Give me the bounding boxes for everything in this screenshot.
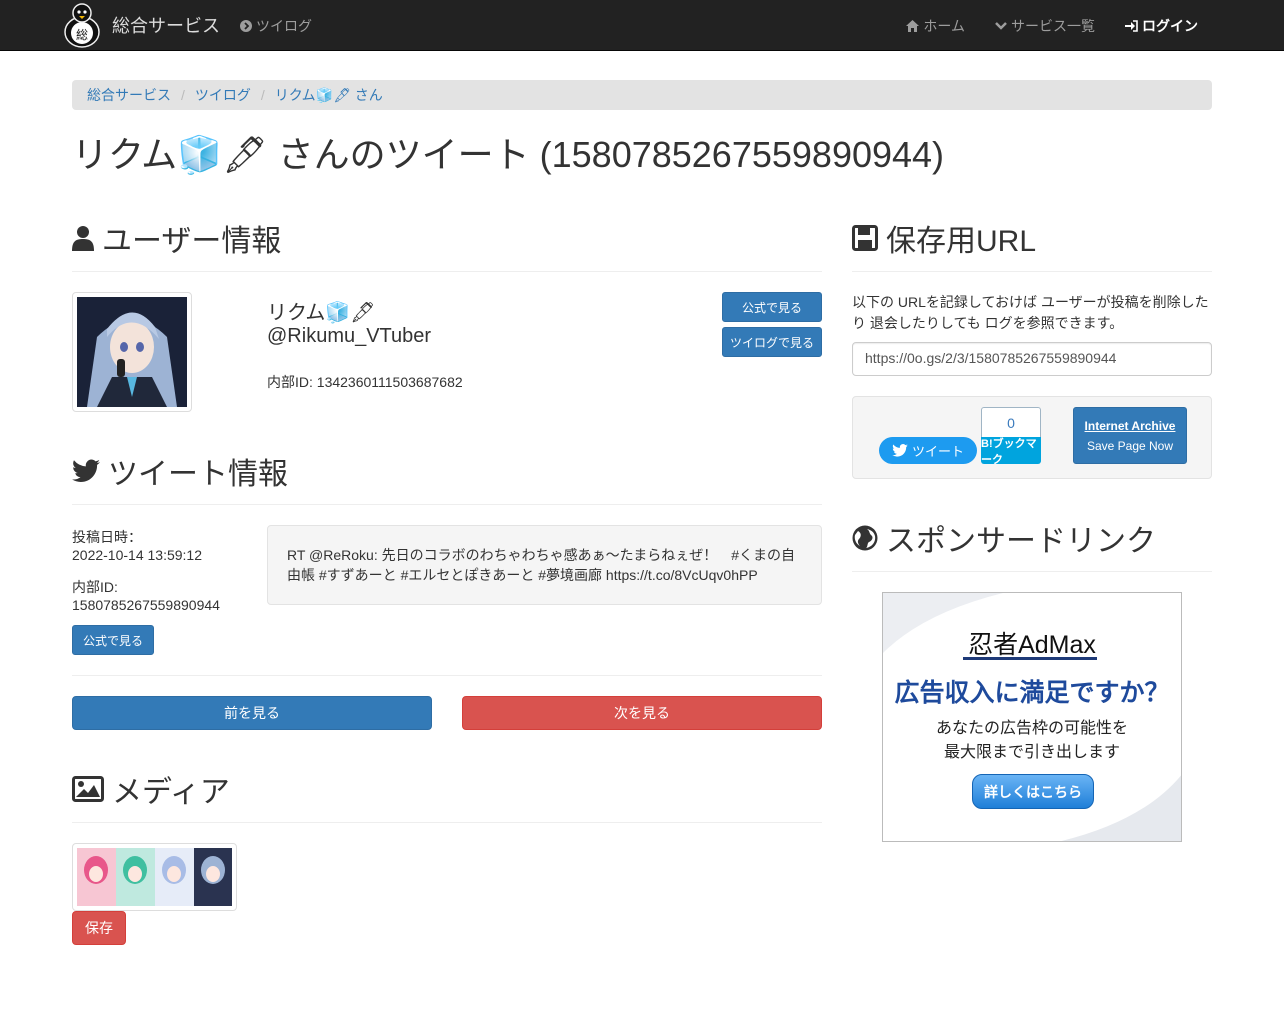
breadcrumb-separator: / [260,87,265,103]
hatena-bookmark-button[interactable]: B!ブックマーク [981,437,1041,466]
nav-home-label: ホーム [923,18,965,34]
ad-subtext-line1: あなたの広告枠の可能性を [935,720,1128,737]
navbar: 総 総合サービス ツイログ ホーム サービス一覧 ログイン [0,0,1284,51]
ad-cta-button[interactable]: 詳しくはこちら [972,774,1094,809]
nav-services-dropdown[interactable]: サービス一覧 [995,16,1095,36]
share-panel: ツイート 0 B!ブックマーク Internet Archive Save Pa… [852,396,1212,479]
globe-icon [852,525,878,551]
logo-kanji: 総 [76,28,88,42]
prev-tweet-button[interactable]: 前を見る [72,696,432,730]
tweet-posted-label: 投稿日時： [72,529,142,545]
tweet-posted-at: 2022-10-14 13:59:12 [72,547,202,563]
hatena-count: 0 [981,407,1041,437]
breadcrumb-item-twilog[interactable]: ツイログ [195,85,251,105]
tweet-info-heading: ツイート情報 [72,449,288,493]
divider [72,504,822,505]
breadcrumb: 総合サービス / ツイログ / リクム🧊🖋 さん [72,80,1212,110]
user-handle: @Rikumu_VTuber [267,325,432,347]
ad-logo-underline [963,657,1097,660]
chevron-down-icon [995,21,1007,31]
twitter-bird-icon [892,444,908,457]
tweet-id-value: 1580785267559890944 [72,597,220,613]
divider [72,271,822,272]
user-display-name: リクム🧊🖋 [267,302,376,324]
nav-login-label: ログイン [1142,18,1198,34]
divider [852,571,1212,572]
nav-home[interactable]: ホーム [906,16,965,36]
chevron-circle-right-icon [240,20,252,32]
next-tweet-button[interactable]: 次を見る [462,696,822,730]
save-url-field[interactable]: https://0o.gs/2/3/1580785267559890944 [852,342,1212,376]
ia-subtitle: Save Page Now [1086,438,1174,453]
media-heading: メディア [72,767,230,811]
ad-subtext-line2: 最大限まで引き出します [943,744,1120,761]
twitter-icon [72,459,100,483]
page-title: リクム🧊🖋 さんのツイート (1580785267559890944) [72,134,945,175]
user-view-official-button[interactable]: 公式で見る [722,292,822,322]
user-internal-id: 内部ID: 1342360111503687682 [267,374,463,390]
user-view-twilog-button[interactable]: ツイログで見る [722,327,822,357]
user-icon [72,225,94,251]
image-icon [72,776,104,802]
nav-services-label: サービス一覧 [1011,18,1095,34]
brand-link[interactable]: 総 総合サービス [60,0,220,50]
save-url-heading: 保存用URL [852,216,1036,260]
sign-in-icon [1125,20,1138,32]
media-thumbnail[interactable] [72,843,237,911]
divider [72,822,822,823]
media-save-button[interactable]: 保存 [72,911,126,945]
sponsor-heading: スポンサードリンク [852,516,1156,560]
tweet-text: RT @ReRoku: 先日のコラボのわちゃわちゃ感あぁ～たまらねぇぜ！ #くま… [267,525,822,605]
brand-name: 総合サービス [112,16,220,36]
tweet-share-button[interactable]: ツイート [879,437,977,464]
tweet-id-label: 内部ID: [72,579,118,595]
user-avatar [72,292,192,412]
divider [852,271,1212,272]
ad-headline: 広告収入に満足ですか？ [894,679,1170,707]
tweet-view-official-button[interactable]: 公式で見る [72,625,154,655]
ad-logo: 忍者AdMax [968,631,1096,659]
home-icon [906,20,920,32]
nav-twilog-label: ツイログ [256,18,312,34]
nav-twilog-link[interactable]: ツイログ [240,16,312,36]
floppy-disk-icon [852,225,878,251]
user-info-heading: ユーザー情報 [72,216,281,260]
save-url-description: 以下の URLを記録しておけば ユーザーが投稿を削除したり 退会したりしても ロ… [852,294,1209,331]
penguin-logo-icon: 総 [60,2,104,48]
breadcrumb-item-home[interactable]: 総合サービス [87,85,171,105]
sponsor-ad-banner[interactable]: 忍者AdMax 広告収入に満足ですか？ あなたの広告枠の可能性を 最大限まで引き… [882,592,1182,842]
divider [72,675,822,676]
ad-subtext: あなたの広告枠の可能性を 最大限まで引き出します [883,717,1181,765]
ia-title: Internet Archive [1084,418,1176,433]
internet-archive-button[interactable]: Internet Archive Save Page Now [1073,407,1187,464]
breadcrumb-item-user[interactable]: リクム🧊🖋 さん [275,85,383,105]
breadcrumb-separator: / [181,87,185,103]
nav-right: ホーム サービス一覧 ログイン [876,16,1198,36]
nav-login[interactable]: ログイン [1125,16,1198,36]
